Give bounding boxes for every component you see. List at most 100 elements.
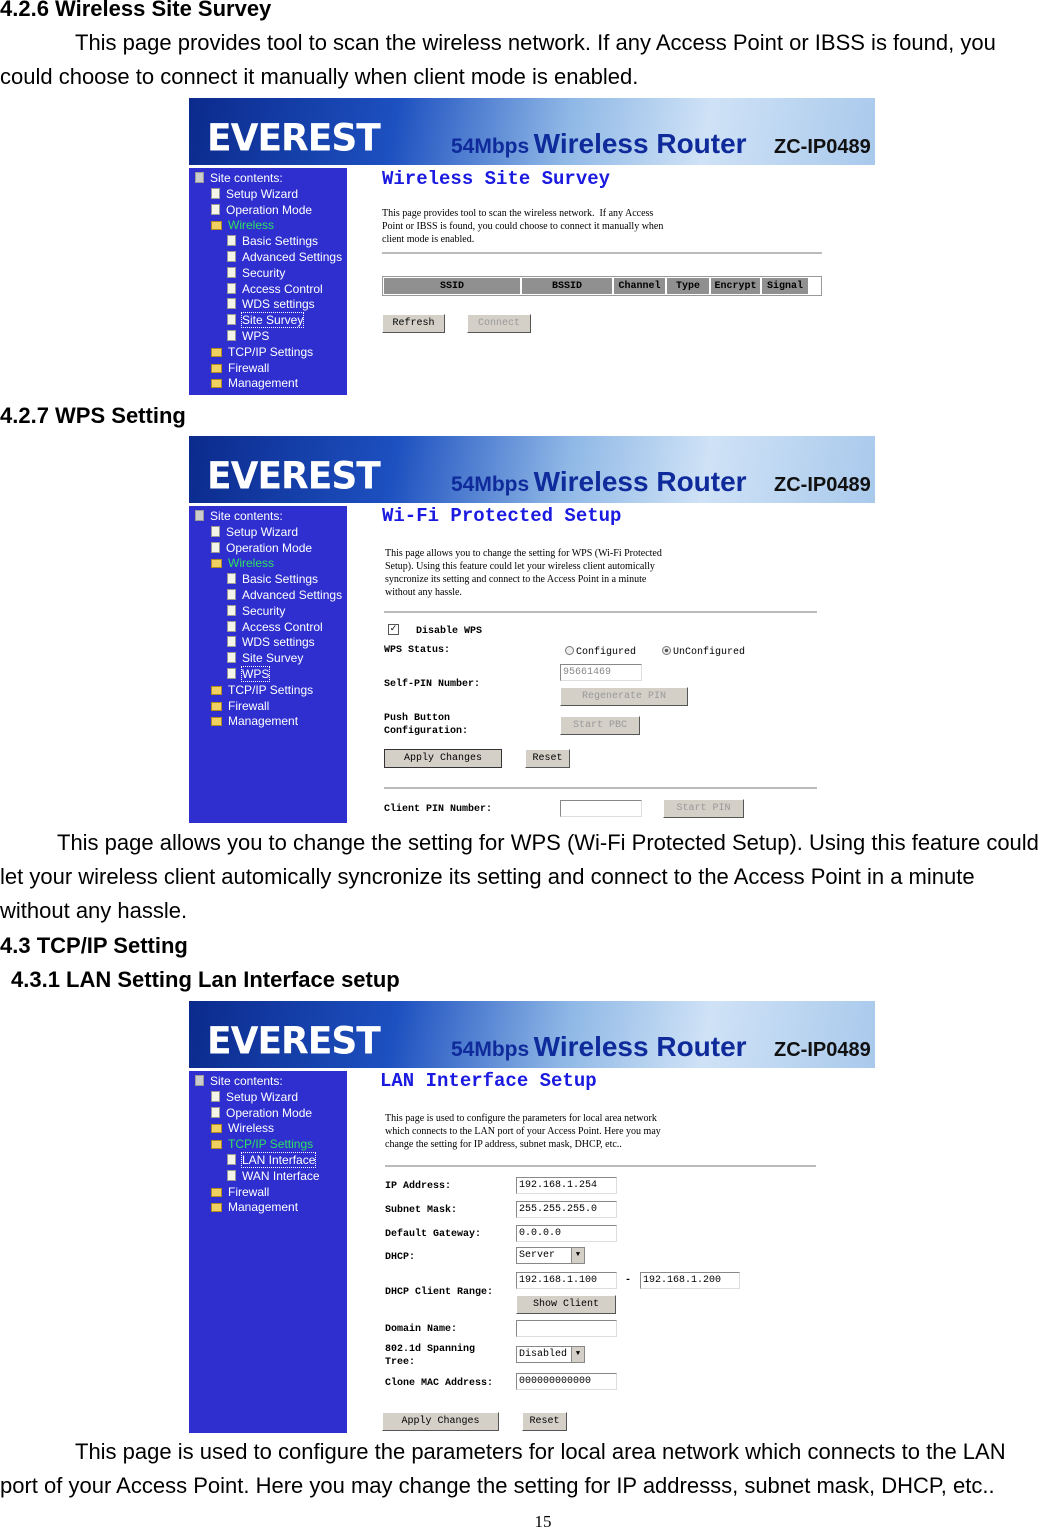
sidebar-item-label: TCP/IP Settings (228, 1137, 314, 1152)
everest-logo: EVEREST (207, 116, 381, 161)
sidebar-item-label: Firewall (228, 360, 270, 375)
sidebar-item[interactable]: TCP/IP Settings (211, 345, 313, 360)
sidebar-item[interactable]: WPS (227, 329, 269, 344)
chevron-down-icon[interactable]: ▼ (571, 1248, 584, 1263)
sidebar-item-label: Access Control (242, 619, 323, 634)
wps-setting-screenshot: EVEREST 54Mbps Wireless Router ZC-IP0489 Si… (189, 436, 875, 823)
paragraph: This page is used to configure the param… (0, 1439, 1006, 1498)
radio-configured[interactable]: Configured (565, 646, 636, 659)
gw-label: Default Gateway: (385, 1229, 482, 1240)
sidebar-item[interactable]: Operation Mode (211, 1106, 312, 1121)
sidebar-item[interactable]: Setup Wizard (211, 525, 298, 540)
divider (384, 787, 817, 789)
start-pbc-button[interactable]: Start PBC (560, 716, 640, 735)
sidebar-item-label: Site contents: (210, 171, 283, 185)
domain-input[interactable] (516, 1320, 617, 1337)
divider (385, 1165, 816, 1167)
divider (382, 252, 822, 254)
page-icon (227, 604, 236, 616)
clone-mac-input[interactable]: 000000000000 (516, 1373, 617, 1390)
sidebar-item-label: WAN Interface (242, 1168, 320, 1183)
sidebar-item[interactable]: WAN Interface (227, 1169, 320, 1184)
table-header-channel: Channel (614, 278, 665, 294)
sidebar-item-label: Firewall (228, 698, 270, 713)
dhcp-range-end-input[interactable]: 192.168.1.200 (640, 1272, 740, 1289)
sidebar-item[interactable]: Site Survey (227, 312, 305, 329)
sidebar-item[interactable]: LAN Interface (227, 1152, 317, 1168)
sidebar-item[interactable]: Wireless (211, 556, 274, 571)
apply-changes-button[interactable]: Apply Changes (384, 749, 502, 768)
sidebar-item[interactable]: Management (211, 376, 298, 391)
header-banner: EVEREST 54Mbps Wireless Router ZC-IP0489 (189, 436, 875, 503)
reset-button[interactable]: Reset (522, 1412, 567, 1431)
page-number: 15 (534, 1512, 552, 1531)
sidebar-item[interactable]: Site contents: (195, 1074, 283, 1089)
folder-icon (211, 379, 222, 389)
sidebar-item[interactable]: Operation Mode (211, 541, 312, 556)
client-pin-input[interactable] (560, 800, 642, 817)
self-pin-input[interactable]: 95661469 (560, 664, 642, 681)
sidebar-item[interactable]: Firewall (211, 699, 269, 714)
sidebar-item[interactable]: Advanced Settings (227, 588, 342, 603)
sidebar-item-label: Site Survey (242, 651, 304, 666)
sidebar-item[interactable]: Advanced Settings (227, 250, 342, 265)
sidebar-item[interactable]: Management (211, 714, 298, 729)
sidebar-item[interactable]: Site contents: (195, 171, 283, 186)
reset-button[interactable]: Reset (525, 749, 570, 768)
regenerate-pin-button[interactable]: Regenerate PIN (560, 687, 688, 706)
folder-icon (211, 685, 222, 695)
sidebar-item[interactable]: Wireless (211, 218, 274, 233)
sidebar-item[interactable]: Management (211, 1200, 298, 1215)
dhcp-select[interactable]: Server ▼ (516, 1247, 585, 1264)
apply-changes-button[interactable]: Apply Changes (382, 1412, 499, 1431)
push-button-label: Push Button Configuration: (384, 713, 469, 737)
sidebar-item[interactable]: Setup Wizard (211, 1090, 298, 1105)
page-icon (211, 1090, 220, 1102)
sidebar-item[interactable]: Firewall (211, 361, 269, 376)
sidebar-item[interactable]: Setup Wizard (211, 187, 298, 202)
dhcp-range-start-input[interactable]: 192.168.1.100 (516, 1272, 617, 1289)
sidebar-item-label: Site contents: (210, 509, 283, 523)
header-banner: EVEREST 54Mbps Wireless Router ZC-IP0489 (189, 98, 875, 165)
content-panel: Wireless Site Survey This page provides t… (347, 165, 875, 395)
sidebar-item-label: Firewall (228, 1184, 270, 1199)
spanning-tree-select[interactable]: Disabled ▼ (516, 1346, 585, 1363)
folder-icon (211, 347, 222, 357)
gw-input[interactable]: 0.0.0.0 (516, 1225, 617, 1242)
speed-label: 54Mbps (451, 135, 530, 158)
sidebar-item[interactable]: Access Control (227, 282, 323, 297)
sidebar-item[interactable]: TCP/IP Settings (211, 683, 313, 698)
radio-unconfigured[interactable]: UnConfigured (662, 646, 745, 659)
chevron-down-icon[interactable]: ▼ (571, 1347, 584, 1362)
sidebar-item-label: Wireless (228, 1121, 275, 1136)
wps-status-label: WPS Status: (384, 645, 451, 656)
sidebar-item[interactable]: Wireless (211, 1121, 274, 1136)
sidebar-item-label: Access Control (242, 281, 323, 296)
radio-icon[interactable] (662, 646, 671, 655)
lan-interface-screenshot: EVEREST 54Mbps Wireless Router ZC-IP0489 Si… (189, 1001, 875, 1433)
sidebar-item[interactable]: Basic Settings (227, 234, 318, 249)
sidebar-item[interactable]: WDS settings (227, 297, 315, 312)
sidebar-item[interactable]: Site contents: (195, 509, 283, 524)
sidebar-item[interactable]: Security (227, 604, 285, 619)
sidebar-item[interactable]: TCP/IP Settings (211, 1137, 313, 1152)
sidebar-item[interactable]: Basic Settings (227, 572, 318, 587)
ip-input[interactable]: 192.168.1.254 (516, 1177, 617, 1194)
sidebar-item[interactable]: Site Survey (227, 651, 303, 666)
sidebar-item[interactable]: WDS settings (227, 635, 315, 650)
sidebar-item[interactable]: Access Control (227, 620, 323, 635)
connect-button[interactable]: Connect (467, 314, 531, 333)
sidebar-item[interactable]: Firewall (211, 1185, 269, 1200)
sidebar-item[interactable]: Operation Mode (211, 203, 312, 218)
radio-icon[interactable] (565, 646, 574, 655)
product-title: 54Mbps Wireless Router (451, 128, 747, 160)
show-client-button[interactable]: Show Client (516, 1295, 616, 1314)
sidebar-nav: Site contents: Setup Wizard Operation Mode… (189, 168, 347, 395)
folder-icon (211, 1203, 222, 1213)
start-pin-button[interactable]: Start PIN (663, 799, 744, 818)
disable-wps-checkbox[interactable]: ✓ (388, 624, 399, 635)
sidebar-item[interactable]: Security (227, 266, 285, 281)
mask-input[interactable]: 255.255.255.0 (516, 1201, 617, 1218)
sidebar-item[interactable]: WPS (227, 666, 271, 682)
refresh-button[interactable]: Refresh (382, 314, 445, 333)
